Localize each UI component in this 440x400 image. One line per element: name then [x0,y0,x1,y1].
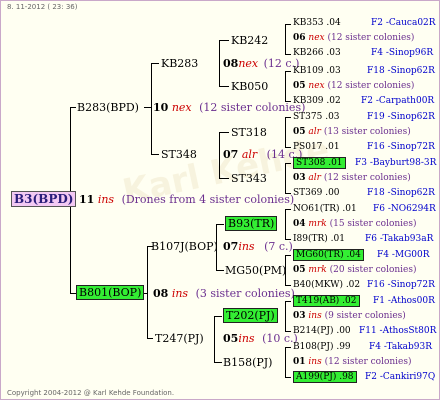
leaf-origin: F2 -Cankiri97Q [365,372,436,382]
parent-queen[interactable]: B283(BPD) [77,101,139,114]
ancestor-queen[interactable]: T202(PJ) [223,308,278,323]
leaf-info: 04 mrk (15 sister colonies) [293,219,417,229]
ancestor-queen[interactable]: B158(PJ) [223,356,272,369]
leaf-origin: F19 -Sinop62R [367,112,435,122]
grandparent-queen[interactable]: T247(PJ) [155,332,204,345]
leaf-info: 03 alr (12 sister colonies) [293,173,411,183]
leaf-row[interactable]: I89(TR) .01 [293,234,345,245]
leaf-row[interactable]: MG60(TR) .04 [293,249,364,261]
leaf-origin: F2 -Cauca02R [371,18,436,28]
grandparent-info: 07ins (7 c.) [223,240,293,253]
leaf-info: 06 nex (12 sister colonies) [293,33,415,43]
grandparent-queen[interactable]: KB283 [161,57,198,70]
leaf-origin: F4 -MG00R [377,250,430,260]
leaf-row[interactable]: KB353 .04 [293,18,341,29]
ancestor-queen[interactable]: KB050 [231,80,268,93]
grandparent-info: 08nex (12 c.) [223,57,300,70]
leaf-info: 03 ins (9 sister colonies) [293,311,406,321]
leaf-row[interactable]: ST375 .03 [293,112,340,123]
pedigree-frame: Karl Kehde 8. 11-2012 ( 23: 36) B3(BPD) … [0,0,440,400]
grandparent-info: 05ins (10 c.) [223,332,298,345]
drone-mother-info: 08 ins (3 sister colonies) [153,287,295,300]
leaf-origin: F3 -Bayburt98-3R [355,158,437,168]
leaf-info: 05 alr (13 sister colonies) [293,127,411,137]
leaf-origin: F18 -Sinop62R [367,66,435,76]
leaf-row[interactable]: KB109 .03 [293,66,341,77]
leaf-row[interactable]: B40(MKW) .02 [293,280,360,291]
leaf-info: 01 ins (12 sister colonies) [293,357,412,367]
leaf-info: 05 nex (12 sister colonies) [293,81,415,91]
leaf-info: 05 mrk (20 sister colonies) [293,265,417,275]
leaf-row[interactable]: T419(AB) .02 [293,295,360,307]
leaf-origin: F6 -Takab93aR [365,234,434,244]
leaf-origin: F4 -Takab93R [369,342,433,352]
ancestor-queen[interactable]: KB242 [231,34,268,47]
leaf-row[interactable]: NO61(TR) .01 [293,204,357,215]
leaf-origin: F6 -NO6294R [373,204,436,214]
ancestor-queen[interactable]: ST343 [231,172,267,185]
leaf-origin: F4 -Sinop96R [371,48,434,58]
leaf-origin: F18 -Sinop62R [367,188,435,198]
ancestor-queen[interactable]: B93(TR) [225,216,278,231]
leaf-origin: F11 -AthosSt80R [359,326,437,336]
leaf-row[interactable]: KB266 .03 [293,48,341,59]
leaf-row[interactable]: KB309 .02 [293,96,341,107]
grandparent-queen[interactable]: B107J(BOP) [151,240,218,253]
copyright-footer: Copyright 2004-2012 @ Karl Kehde Foundat… [7,389,175,397]
date-stamp: 8. 11-2012 ( 23: 36) [7,3,78,11]
leaf-row[interactable]: B108(PJ) .99 [293,342,351,353]
ancestor-queen[interactable]: MG50(PM) [225,264,286,277]
ancestor-queen[interactable]: ST318 [231,126,267,139]
grandparent-queen[interactable]: ST348 [161,148,197,161]
drone-mother-queen[interactable]: B801(BOP) [76,285,145,300]
root-queen[interactable]: B3(BPD) [11,191,77,207]
leaf-origin: F1 -Athos00R [373,296,435,306]
leaf-row[interactable]: A199(PJ) .98 [293,371,357,383]
parent-info: 10 nex (12 sister colonies) [153,101,306,114]
leaf-row[interactable]: B214(PJ) .00 [293,326,351,337]
leaf-origin: F16 -Sinop72R [367,142,435,152]
leaf-row[interactable]: ST308 .01 [293,157,346,169]
leaf-origin: F16 -Sinop72R [367,280,435,290]
leaf-row[interactable]: PS017 .01 [293,142,340,153]
grandparent-info: 07 alr (14 c.) [223,148,303,161]
root-info: 11 ins (Drones from 4 sister colonies) [79,193,295,206]
leaf-origin: F2 -Carpath00R [361,96,435,106]
leaf-row[interactable]: ST369 .00 [293,188,340,199]
